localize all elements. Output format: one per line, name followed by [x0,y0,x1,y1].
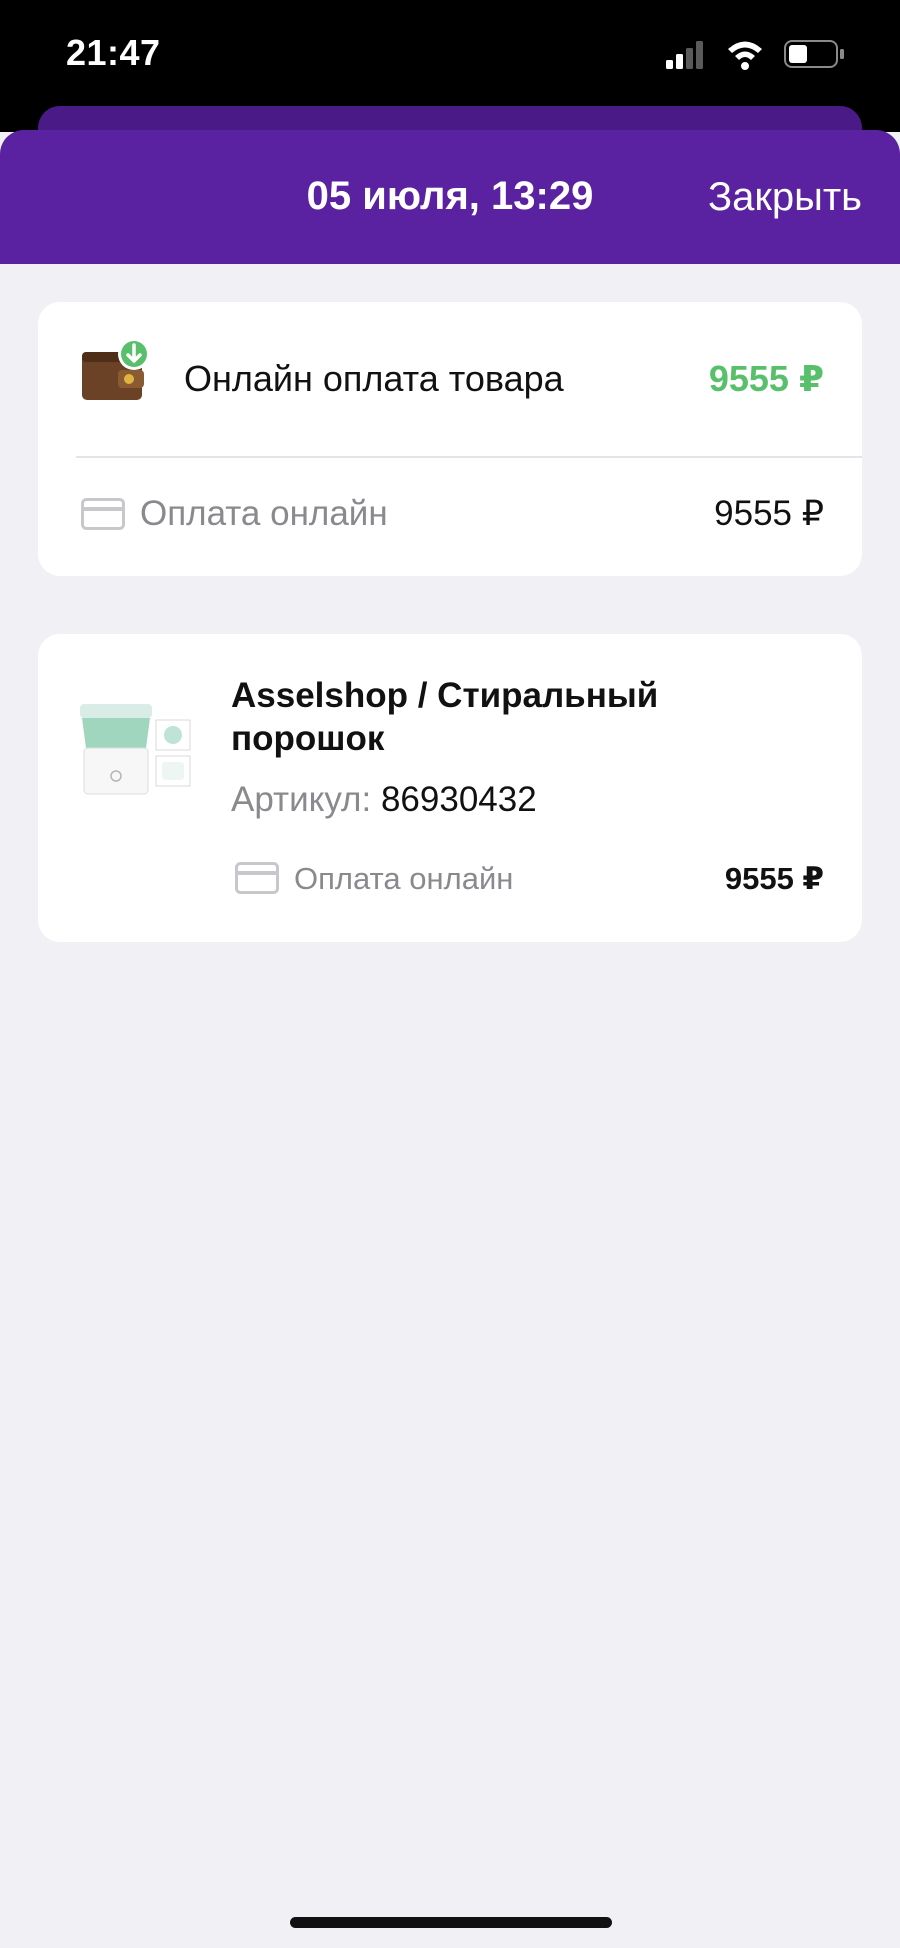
status-time: 21:47 [66,32,161,73]
product-image [76,700,192,800]
product-card[interactable]: Asselshop / Стиральный порошок Артикул: … [38,634,862,942]
header: 05 июля, 13:29 Закрыть [0,130,900,264]
status-icons [666,38,866,77]
signal-icon [666,41,703,69]
home-indicator [290,1917,612,1928]
product-payment-method-label: Оплата онлайн [294,861,514,896]
payment-amount: 9555 ₽ [708,358,824,399]
product-title: Asselshop / Стиральный порошок [231,676,659,758]
wifi-icon [728,41,762,70]
close-button[interactable]: Закрыть [708,175,862,220]
wallet-download-icon [82,338,152,404]
payment-summary-card: Онлайн оплата товара 9555 ₽ Оплата онлай… [38,302,862,576]
card-icon [81,498,125,535]
payment-label: Онлайн оплата товара [184,358,564,399]
divider [76,456,862,458]
battery-icon [784,40,844,68]
payment-method-label: Оплата онлайн [140,494,388,533]
card-icon [235,862,279,899]
product-article: Артикул: 86930432 [231,780,537,820]
product-payment-amount: 9555 ₽ [724,861,824,896]
article-label: Артикул: [231,780,372,819]
article-value: 86930432 [380,780,537,819]
payment-method-amount: 9555 ₽ [714,494,824,533]
